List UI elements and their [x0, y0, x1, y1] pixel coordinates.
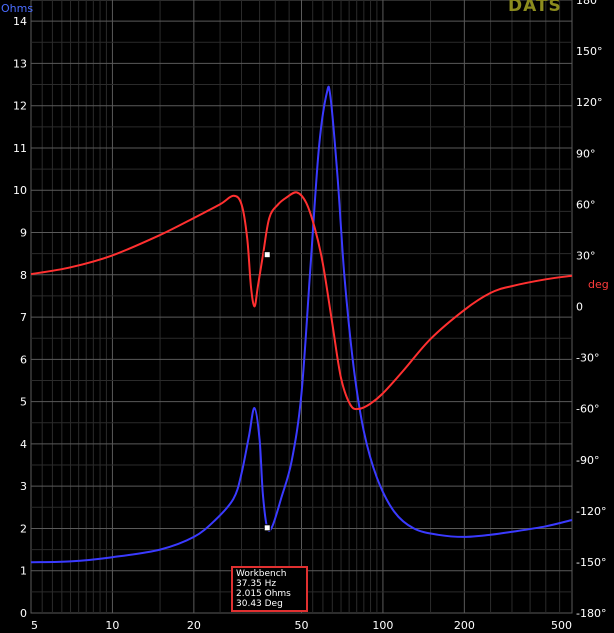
cursor-markers [263, 251, 271, 532]
y-left-tick-label: 0 [20, 607, 27, 620]
x-tick-label: 200 [454, 619, 475, 632]
y-left-axis-label: Ohms [1, 2, 33, 15]
impedance-cursor-marker [263, 524, 271, 532]
readout-impedance: 2.015 Ohms [236, 589, 291, 599]
phase-cursor-marker [263, 251, 271, 259]
x-tick-label: 100 [372, 619, 393, 632]
y-right-tick-label: -60° [576, 403, 599, 416]
readout-frequency: 37.35 Hz [236, 579, 277, 589]
impedance-phase-chart: 5 10 20 50 100 200 500 01234567891011121314 -1… [1, 0, 609, 632]
y-left-tick-label: 7 [20, 311, 27, 324]
y-left-tick-label: 8 [20, 269, 27, 282]
x-tick-label: 20 [187, 619, 201, 632]
y-right-tick-label: 0 [576, 301, 583, 314]
y-left-tick-label: 11 [13, 142, 27, 155]
y-left-tick-label: 6 [20, 353, 27, 366]
y-right-tick-label: 150° [576, 45, 603, 58]
y-right-tick-label: 90° [576, 147, 596, 160]
y-left-tick-label: 10 [13, 184, 27, 197]
y-left-tick-label: 14 [13, 15, 27, 28]
y-left-axis-ticks: 01234567891011121314 [13, 15, 27, 620]
readout-phase: 30.43 Deg [236, 599, 283, 609]
y-left-tick-label: 9 [20, 227, 27, 240]
y-right-tick-label: 60° [576, 198, 596, 211]
brand-logo: DATS [508, 0, 562, 16]
y-right-axis-label: deg [588, 278, 609, 291]
y-left-tick-label: 4 [20, 438, 27, 451]
y-right-tick-label: 120° [576, 96, 603, 109]
y-left-tick-label: 1 [20, 565, 27, 578]
x-tick-label: 5 [31, 619, 38, 632]
x-tick-label: 10 [105, 619, 119, 632]
y-right-tick-label: -150° [576, 556, 606, 569]
readout-title: Workbench [236, 569, 287, 579]
y-right-tick-label: -90° [576, 454, 599, 467]
y-left-tick-label: 3 [20, 480, 27, 493]
y-right-tick-label: -30° [576, 352, 599, 365]
y-right-tick-label: -180° [576, 607, 606, 620]
y-left-tick-label: 2 [20, 522, 27, 535]
x-tick-label: 500 [551, 619, 572, 632]
x-axis-ticks: 5 10 20 50 100 200 500 [31, 619, 572, 632]
y-right-axis-ticks: -180° -150° -120° -90° -60° -30° 0 30° 60° 90° 120… [576, 0, 606, 620]
cursor-readout-box: Workbench 37.35 Hz 2.015 Ohms 30.43 Deg [231, 566, 308, 612]
x-tick-label: 50 [295, 619, 309, 632]
y-right-tick-label: 180° [576, 0, 603, 7]
chart-grid [30, 0, 573, 614]
y-left-tick-label: 12 [13, 100, 27, 113]
y-right-tick-label: 30° [576, 249, 596, 262]
y-left-tick-label: 5 [20, 396, 27, 409]
y-right-tick-label: -120° [576, 505, 606, 518]
y-left-tick-label: 13 [13, 57, 27, 70]
